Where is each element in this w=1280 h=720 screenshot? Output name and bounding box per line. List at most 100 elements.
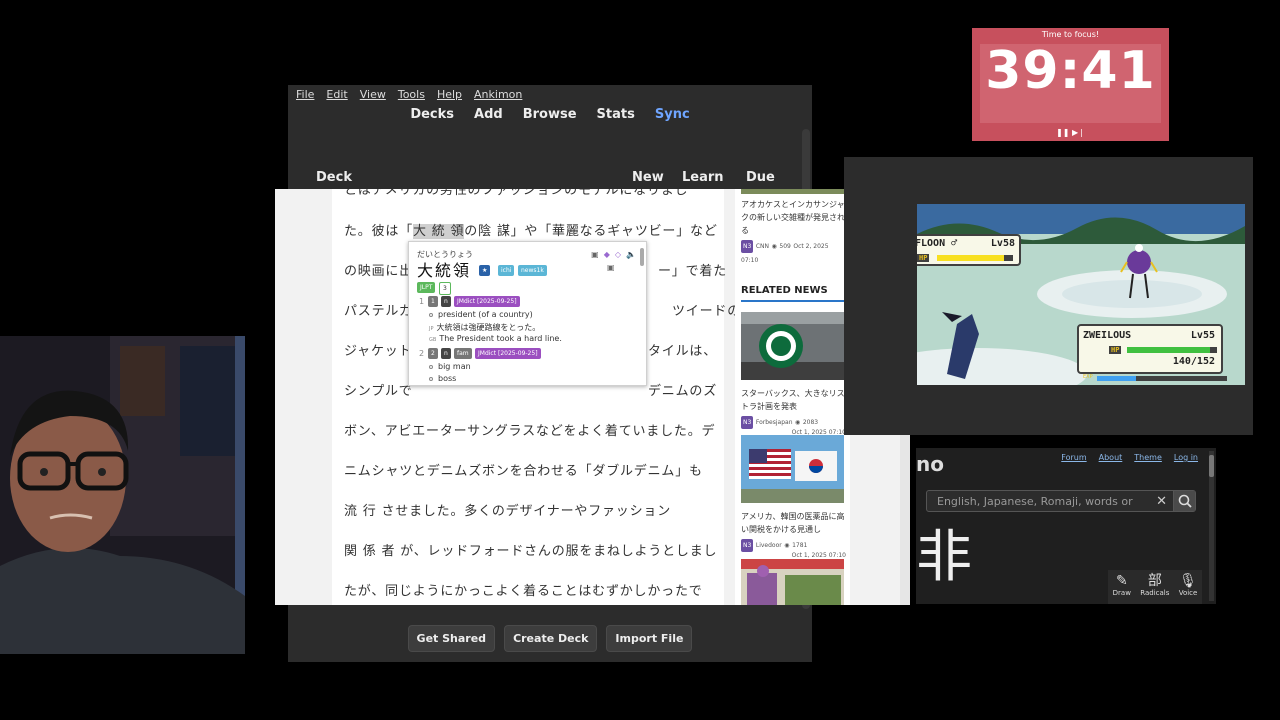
enemy-level: Lv58 [990, 238, 1015, 249]
menu-help[interactable]: Help [437, 88, 462, 101]
enemy-name: FLOON ♂ [917, 238, 958, 249]
article-line-right: ツイードの [672, 304, 742, 319]
deck-bottom-buttons: Get Shared Create Deck Import File [288, 625, 812, 652]
jisho-scrollbar-thumb[interactable] [1209, 455, 1214, 477]
sense-badge: 2 [428, 348, 438, 359]
view-note-icon[interactable]: ◆ [604, 250, 610, 259]
main-toolbar: Decks Add Browse Stats Sync [288, 107, 812, 122]
input-tools: ✎ Draw 部 Radicals 🎙 Voice [1108, 570, 1202, 604]
jisho-scrollbar[interactable] [1209, 451, 1214, 601]
game-window: FLOON ♂ Lv58 HP ZWEILOUS Lv55 HP 140/152… [844, 157, 1253, 435]
menu-ankimon[interactable]: Ankimon [474, 88, 522, 101]
tag-icon[interactable]: ◇ [615, 250, 621, 259]
kanji-result[interactable]: 非 [916, 528, 972, 588]
search-input[interactable]: English, Japanese, Romaji, words or ✕ [926, 490, 1196, 512]
toolbar-add[interactable]: Add [474, 107, 503, 122]
menu-edit[interactable]: Edit [326, 88, 347, 101]
jp-flag-icon: JP [429, 326, 434, 332]
news-views: 1781 [792, 542, 808, 549]
fam-tag: fam [454, 348, 472, 359]
enemy-hp-bar [937, 255, 1013, 261]
jisho-links: Forum About Theme Log in [1061, 453, 1198, 462]
article-line: パステルカ [344, 304, 413, 319]
article-line: シンプルで [344, 384, 413, 399]
article-line: ジャケット [344, 344, 413, 359]
get-shared-button[interactable]: Get Shared [407, 625, 496, 652]
article-line: ニムシャツとデニムズボンを合わせる「ダブルデニム」も [344, 464, 703, 479]
column-deck: Deck [316, 170, 352, 185]
radicals-label: Radicals [1140, 589, 1170, 597]
toolbar-decks[interactable]: Decks [410, 107, 454, 122]
streamer-camera-image [0, 336, 245, 654]
related-news-meta: N3 Livedoor ◉ 1781 Oct 1, 2025 07:10 [741, 538, 846, 559]
search-button[interactable] [1173, 491, 1195, 511]
article-text: の陰 謀」や「華麗なるギャツビー」など [464, 224, 718, 239]
theme-link[interactable]: Theme [1134, 453, 1162, 462]
enemy-hp-box: FLOON ♂ Lv58 HP [917, 234, 1021, 266]
top-news-title[interactable]: アオカケスとインカサンジャクの新しい交雑種が発見される [741, 198, 846, 237]
eye-icon: ◉ [784, 542, 790, 549]
selected-word[interactable]: 大 統 領 [413, 224, 465, 239]
draw-label: Draw [1112, 589, 1131, 597]
sense-number: 1 [419, 297, 425, 306]
jisho-logo[interactable]: no [916, 452, 944, 476]
player-name: ZWEILOUS [1083, 330, 1132, 341]
pos-tag: n [441, 348, 451, 359]
pos-tag: n [441, 296, 451, 307]
microphone-icon: 🎙 [1179, 573, 1197, 589]
focus-timer: Time to focus! 39:41 ❚❚ ▶❘ [972, 28, 1169, 141]
related-news-title[interactable]: アメリカ、韓国の医薬品に高い関税をかける見通し [741, 510, 846, 536]
source-tag: JMdict [2025-09-25] [475, 348, 541, 359]
article-line-right: デニムのズ [648, 384, 718, 399]
dictionary-popup: だいとうりょう 大統領 ▣ ◆ ◇ 🔈 ▣ ★ ichi news1k JLPT… [408, 241, 647, 386]
create-deck-button[interactable]: Create Deck [504, 625, 598, 652]
add-kanji-icon[interactable]: ▣ [607, 263, 615, 272]
radicals-tool[interactable]: 部 Radicals [1140, 570, 1169, 604]
voice-tool[interactable]: 🎙 Voice [1179, 570, 1198, 604]
source-tag: JMdict [2025-09-25] [454, 296, 520, 307]
gb-flag-icon: GB [429, 337, 437, 343]
gloss-text: boss [438, 374, 457, 383]
starbucks-image[interactable] [741, 312, 844, 380]
store-image[interactable] [741, 559, 844, 605]
related-news-title[interactable]: スターバックス、大きなリストラ計画を発表 [741, 387, 846, 413]
about-link[interactable]: About [1099, 453, 1123, 462]
player-hp-box: ZWEILOUS Lv55 HP 140/152 [1077, 324, 1223, 374]
menu-tools[interactable]: Tools [398, 88, 425, 101]
news-source: CNN [755, 243, 770, 250]
popup-scrollbar[interactable] [640, 248, 644, 266]
timer-label: Time to focus! [1041, 30, 1100, 39]
menu-view[interactable]: View [360, 88, 386, 101]
import-file-button[interactable]: Import File [606, 625, 693, 652]
toolbar-browse[interactable]: Browse [523, 107, 577, 122]
exp-label: EXP [1083, 374, 1093, 380]
term-headword: 大統領 [417, 261, 472, 280]
article-line: 流 行 させました。多くのデザイナーやファッション [344, 504, 672, 519]
menu-file[interactable]: File [296, 88, 314, 101]
eye-icon: ◉ [795, 419, 801, 426]
timer-controls[interactable]: ❚❚ ▶❘ [972, 128, 1169, 137]
timer-time: 39:41 [985, 41, 1156, 101]
flags-image[interactable] [741, 435, 844, 503]
news-source: Livedoor [755, 542, 782, 549]
battle-screen: FLOON ♂ Lv58 HP ZWEILOUS Lv55 HP 140/152… [917, 204, 1245, 385]
article-line: の映画に出 [344, 264, 414, 279]
jisho-window: no Forum About Theme Log in English, Jap… [916, 448, 1216, 604]
forum-link[interactable]: Forum [1061, 453, 1086, 462]
clear-icon[interactable]: ✕ [1156, 494, 1167, 509]
add-note-icon[interactable]: ▣ [591, 250, 599, 259]
column-learn: Learn [682, 170, 724, 185]
article-text: た。彼は「 [344, 224, 414, 239]
top-news-image[interactable] [741, 189, 844, 194]
article-line-right: ー」で着た [658, 264, 728, 279]
gloss-item: boss [429, 374, 456, 383]
eye-icon: ◉ [771, 243, 777, 250]
toolbar-stats[interactable]: Stats [597, 107, 635, 122]
draw-tool[interactable]: ✎ Draw [1113, 570, 1131, 604]
toolbar-sync[interactable]: Sync [655, 107, 690, 122]
audio-icon[interactable]: 🔈 [626, 250, 636, 259]
login-link[interactable]: Log in [1174, 453, 1198, 462]
level-badge: N3 [741, 240, 754, 253]
search-placeholder: English, Japanese, Romaji, words or [937, 495, 1133, 508]
column-due: Due [746, 170, 775, 185]
